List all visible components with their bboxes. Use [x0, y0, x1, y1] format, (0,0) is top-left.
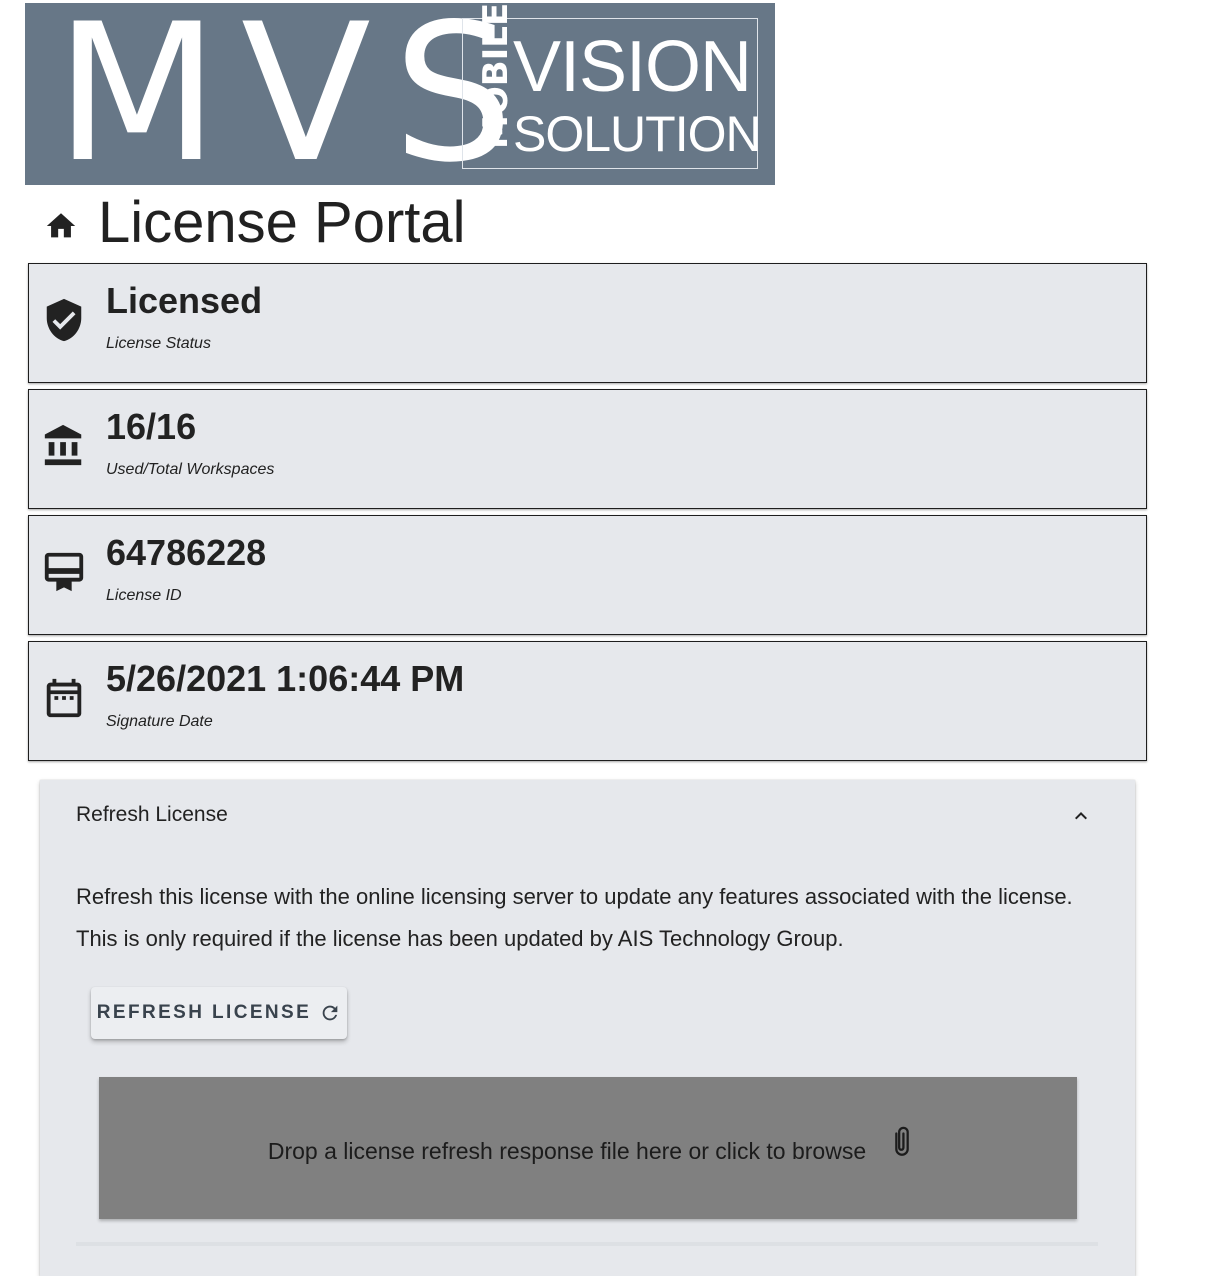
logo-mobile-text: MOBILE	[476, 2, 516, 149]
refresh-license-panel-header[interactable]: Refresh License	[40, 780, 1135, 850]
license-status-label: License Status	[106, 335, 211, 352]
chevron-up-icon[interactable]	[1069, 804, 1093, 828]
mvs-logo: MVS MOBILE VISION SOLUTION	[25, 0, 775, 189]
license-status-value: Licensed	[106, 280, 263, 321]
license-file-dropzone[interactable]: Drop a license refresh response file her…	[99, 1077, 1077, 1219]
logo-vision-text: VISION	[513, 27, 752, 107]
signature-date-label: Signature Date	[106, 713, 213, 730]
home-icon[interactable]	[44, 209, 78, 243]
license-id-value: 64786228	[106, 532, 267, 573]
panel-title: Refresh License	[76, 803, 228, 826]
workspaces-value: 16/16	[106, 406, 197, 447]
refresh-button-label: REFRESH LICENSE	[96, 1002, 312, 1023]
verified-shield-icon	[46, 298, 82, 342]
workspaces-label: Used/Total Workspaces	[106, 461, 275, 478]
paperclip-icon	[895, 1126, 909, 1156]
refresh-icon	[322, 1005, 338, 1021]
bank-icon	[44, 424, 82, 466]
workspaces-card: 16/16 Used/Total Workspaces	[28, 389, 1147, 509]
license-status-card: Licensed License Status	[28, 263, 1147, 383]
license-id-label: License ID	[106, 587, 182, 604]
logo-solution-text: SOLUTION	[513, 106, 762, 162]
refresh-license-panel: Refresh License Refresh this license wit…	[40, 780, 1135, 1276]
signature-date-value: 5/26/2021 1:06:44 PM	[106, 658, 465, 699]
refresh-license-button[interactable]: REFRESH LICENSE	[91, 987, 347, 1039]
refresh-description: Refresh this license with the online lic…	[76, 884, 1073, 951]
panel-divider	[76, 1242, 1098, 1246]
logo-wordmark-box: MOBILE VISION SOLUTION	[462, 3, 762, 169]
signature-date-card: 5/26/2021 1:06:44 PM Signature Date	[28, 641, 1147, 761]
calendar-icon	[46, 678, 82, 718]
page-title: License Portal	[98, 190, 466, 255]
card-membership-icon	[44, 552, 84, 592]
license-id-card: 64786228 License ID	[28, 515, 1147, 635]
page-header: License Portal	[44, 188, 466, 258]
